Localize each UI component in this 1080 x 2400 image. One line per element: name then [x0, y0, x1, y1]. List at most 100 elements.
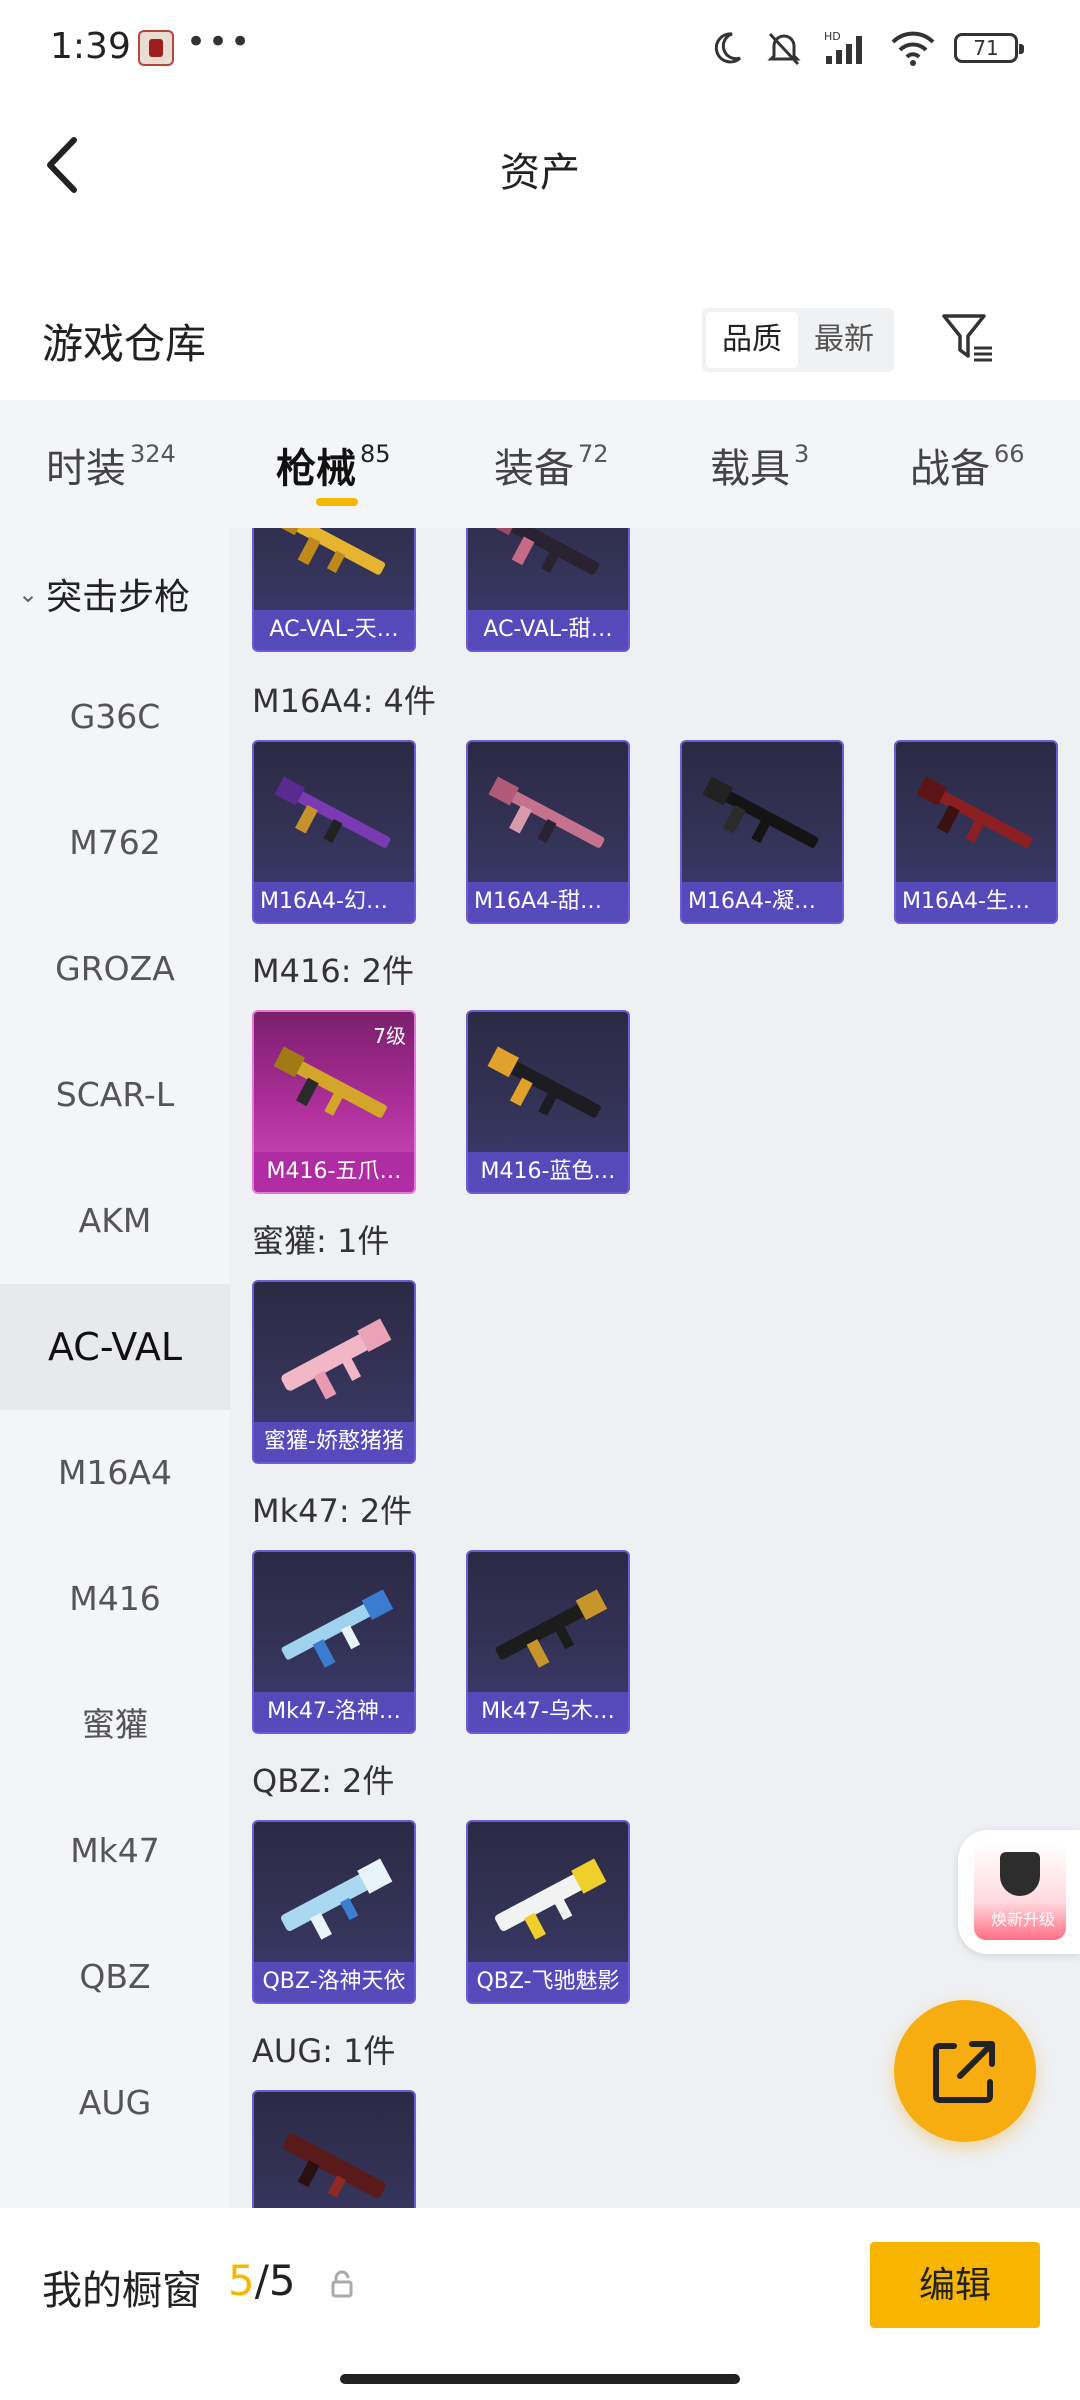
weapon-card[interactable]: QBZ-洛神天依	[252, 1820, 416, 2004]
sidebar-item-aug[interactable]: AUG	[0, 2040, 230, 2166]
weapon-name: M16A4-幻世…	[254, 882, 414, 922]
gun-icon	[281, 1589, 394, 1668]
weapon-name: 蜜獾-娇憨猪猪	[254, 1422, 414, 1462]
weapon-card[interactable]: 7级 M416-五爪…	[252, 1010, 416, 1194]
sort-by-quality[interactable]: 品质	[706, 312, 798, 368]
group-label: 蜜獾: 1件	[252, 1222, 390, 1260]
weapon-name: M16A4-生命…	[896, 882, 1056, 922]
weapon-card[interactable]: Mk47-乌木…	[466, 1550, 630, 1734]
sidebar-item-ac-val[interactable]: AC-VAL	[0, 1284, 230, 1410]
page-title: 资产	[500, 150, 580, 196]
tab-label: 时装	[46, 446, 126, 492]
tab-label: 装备	[494, 446, 574, 492]
weapon-name: AC-VAL-甜…	[468, 610, 628, 650]
tab-count: 72	[578, 440, 609, 468]
weapon-card[interactable]: 蜜獾-娇憨猪猪	[252, 1280, 416, 1464]
home-indicator[interactable]	[340, 2374, 740, 2384]
app-notification-icon	[138, 30, 174, 66]
more-notifications-icon: •••	[186, 22, 253, 62]
weapon-name: M16A4-凝视…	[682, 882, 842, 922]
edit-button[interactable]: 编辑	[870, 2242, 1040, 2328]
sidebar-item-mk47[interactable]: Mk47	[0, 1788, 230, 1914]
showcase-count-current: 5	[228, 2256, 255, 2305]
sidebar-item-scar-l[interactable]: SCAR-L	[0, 1032, 230, 1158]
gun-icon	[495, 1858, 607, 1940]
hd-signal-icon: HD	[824, 30, 862, 64]
upgrade-badge-label: 焕新升级	[990, 1910, 1055, 1929]
weapon-card[interactable]: M16A4-生命…	[894, 740, 1058, 924]
gun-icon	[273, 1046, 387, 1118]
tab-vehicles[interactable]: 载具 3	[710, 436, 809, 494]
sidebar-category-assault-rifles[interactable]: ⌄ 突击步枪	[18, 568, 190, 620]
weapon-card[interactable]: M16A4-甜心…	[466, 740, 630, 924]
wifi-icon	[891, 31, 935, 66]
sidebar-item-m762[interactable]: M762	[0, 780, 230, 906]
gun-icon	[281, 1858, 393, 1940]
sort-toggle: 品质 最新	[702, 308, 894, 372]
showcase-label: 我的橱窗	[42, 2268, 202, 2314]
sidebar-item-qbz[interactable]: QBZ	[0, 1914, 230, 2040]
group-label: QBZ: 2件	[252, 1762, 395, 1800]
sidebar-item-g36c[interactable]: G36C	[0, 654, 230, 780]
sidebar-item-honey-badger[interactable]: 蜜獾	[0, 1662, 230, 1788]
status-time: 1:39	[50, 26, 131, 67]
bell-mute-icon	[767, 32, 801, 66]
chevron-down-icon: ⌄	[18, 580, 39, 608]
weapon-card[interactable]: M16A4-幻世…	[252, 740, 416, 924]
status-bar: 1:39 ••• HD 71	[0, 0, 1080, 100]
gun-icon	[488, 776, 605, 848]
gun-icon	[495, 1589, 608, 1668]
weapon-name: M416-五爪…	[254, 1152, 414, 1192]
gun-icon	[283, 2133, 386, 2198]
tab-fashion[interactable]: 时装 324	[46, 436, 176, 494]
group-label: M16A4: 4件	[252, 682, 436, 720]
sort-by-newest[interactable]: 最新	[798, 312, 890, 368]
gun-icon	[489, 528, 600, 575]
lock-icon	[331, 2270, 353, 2298]
weapon-name: AC-VAL-天…	[254, 610, 414, 650]
share-icon	[933, 2041, 995, 2103]
tab-count: 3	[794, 440, 810, 468]
weapon-grid: AC-VAL-天… AC-VAL-甜… M16A4: 4件 M16A4-幻世… …	[230, 528, 1080, 2208]
moon-icon	[714, 32, 742, 64]
shield-icon	[1000, 1852, 1040, 1896]
tab-combat-gear[interactable]: 战备 66	[910, 436, 1025, 494]
weapon-card[interactable]: Mk47-洛神…	[252, 1550, 416, 1734]
filter-icon[interactable]	[940, 310, 996, 366]
category-tabs: 时装 324 枪械 85 装备 72 载具 3 战备 66	[0, 400, 1080, 528]
share-button[interactable]	[894, 2000, 1036, 2142]
group-label: M416: 2件	[252, 952, 415, 990]
gun-icon	[702, 776, 819, 848]
tab-guns[interactable]: 枪械 85	[276, 436, 391, 494]
sidebar-category-label: 突击步枪	[46, 577, 191, 618]
tab-label: 载具	[710, 446, 790, 492]
tab-label: 枪械	[276, 446, 356, 492]
weapon-card[interactable]: M16A4-凝视…	[680, 740, 844, 924]
weapon-card[interactable]: M416-蓝色…	[466, 1010, 630, 1194]
tab-equipment[interactable]: 装备 72	[494, 436, 609, 494]
sidebar-item-groza[interactable]: GROZA	[0, 906, 230, 1032]
svg-text:HD: HD	[824, 30, 841, 43]
sidebar-item-akm[interactable]: AKM	[0, 1158, 230, 1284]
gun-icon	[487, 1046, 601, 1118]
weapon-card[interactable]: QBZ-飞驰魅影	[466, 1820, 630, 2004]
weapon-card[interactable]	[252, 2090, 416, 2208]
sidebar-item-m416[interactable]: M416	[0, 1536, 230, 1662]
weapon-card[interactable]: AC-VAL-甜…	[466, 528, 630, 652]
upgrade-badge[interactable]: 焕新升级	[958, 1830, 1080, 1954]
weapon-sidebar: ⌄ 突击步枪 G36C M762 GROZA SCAR-L AKM AC-VAL…	[0, 528, 230, 2208]
showcase-count: 5/5	[228, 2256, 296, 2305]
gun-icon	[274, 776, 391, 848]
weapon-name: Mk47-洛神…	[254, 1692, 414, 1732]
gun-icon	[916, 776, 1033, 848]
app-header: 资产	[0, 100, 1080, 230]
weapon-card[interactable]: AC-VAL-天…	[252, 528, 416, 652]
tab-count: 66	[994, 440, 1025, 468]
sidebar-item-m16a4[interactable]: M16A4	[0, 1410, 230, 1536]
showcase-bar: 我的橱窗 5/5 编辑	[0, 2208, 1080, 2400]
tab-count: 85	[360, 440, 391, 468]
status-icons: HD 71	[710, 28, 1024, 68]
group-label: Mk47: 2件	[252, 1492, 413, 1530]
weapon-name: M16A4-甜心…	[468, 882, 628, 922]
battery-icon: 71	[954, 33, 1024, 63]
